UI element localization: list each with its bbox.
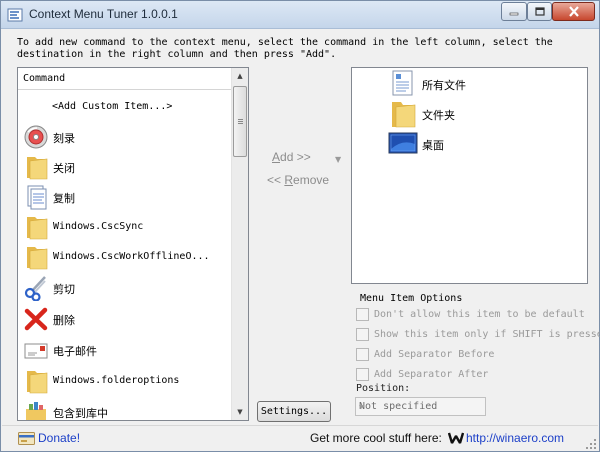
position-select[interactable]: Not specified ▼ [355, 397, 486, 416]
app-window: Context Menu Tuner 1.0.0.1 To add new co… [0, 0, 600, 452]
chevron-down-icon: ▼ [237, 408, 243, 416]
delete-x-icon [24, 307, 48, 331]
list-item-label: Windows.folderoptions [53, 375, 180, 386]
resize-grip-icon[interactable] [585, 438, 597, 450]
list-item-folder-options[interactable]: Windows.folderoptions [18, 366, 232, 396]
checkbox-box[interactable] [356, 368, 369, 381]
list-item-csc-work-offline[interactable]: Windows.CscWorkOfflineO... [18, 242, 232, 272]
list-item-add-custom[interactable]: <Add Custom Item...> [18, 92, 232, 122]
list-item-label: 电子邮件 [53, 345, 97, 358]
checkbox-label: Add Separator Before [374, 349, 495, 360]
menu-item-options-group: Menu Item Options Don't allow this item … [352, 293, 600, 419]
burn-disc-icon [24, 125, 48, 149]
winaero-logo-icon [448, 432, 464, 444]
command-header-label: Command [23, 73, 66, 84]
destination-desktop[interactable]: 桌面 [388, 130, 578, 160]
folder-icon [27, 217, 48, 240]
checkbox-label: Show this item only if SHIFT is presse [374, 329, 600, 340]
destination-label: 桌面 [422, 139, 444, 152]
remove-button[interactable]: << Remove [267, 173, 329, 187]
list-item-label: Windows.CscWorkOfflineO... [53, 251, 210, 262]
destination-all-files[interactable]: 所有文件 [388, 70, 578, 100]
destination-folder[interactable]: 文件夹 [388, 100, 578, 130]
checkbox-label: Add Separator After [374, 369, 489, 380]
checkbox-box[interactable] [356, 328, 369, 341]
destination-list[interactable]: 所有文件 文件夹 桌面 [351, 67, 588, 284]
list-item-label: 删除 [53, 314, 75, 327]
maximize-button[interactable] [527, 2, 552, 21]
checkbox-dont-allow-default[interactable]: Don't allow this item to be default [356, 307, 592, 323]
command-list[interactable]: Command <Add Custom Item...> 刻录 关闭 复制 Wi… [17, 67, 249, 421]
instructions-text: To add new command to the context menu, … [17, 37, 553, 60]
copy-document-icon [27, 185, 47, 210]
folder-icon [27, 247, 48, 270]
donate-card-icon[interactable] [18, 432, 35, 445]
list-item-label: <Add Custom Item...> [52, 101, 173, 112]
options-group-title: Menu Item Options [358, 293, 465, 304]
minimize-icon [509, 12, 519, 15]
list-item-include-in-library[interactable]: 包含到库中 [18, 397, 232, 420]
list-item-close[interactable]: 关闭 [18, 152, 232, 182]
checkbox-label: Don't allow this item to be default [374, 309, 585, 320]
more-stuff-text: Get more cool stuff here: [310, 431, 442, 445]
list-item-copy[interactable]: 复制 [18, 182, 232, 212]
list-item-label: 剪切 [53, 283, 75, 296]
checkbox-box[interactable] [356, 308, 369, 321]
list-item-label: 关闭 [53, 162, 75, 175]
position-label: Position: [356, 383, 411, 394]
folder-icon [27, 371, 48, 394]
add-dropdown-arrow-icon[interactable]: ▼ [335, 155, 341, 164]
donate-link[interactable]: Donate! [38, 431, 80, 445]
close-icon [568, 6, 579, 17]
list-item-delete[interactable]: 删除 [18, 304, 232, 334]
add-button-label: Add >> [272, 150, 311, 164]
minimize-button[interactable] [501, 2, 527, 21]
checkbox-separator-after[interactable]: Add Separator After [356, 367, 592, 383]
list-item-csc-sync[interactable]: Windows.CscSync [18, 212, 232, 242]
title-bar: Context Menu Tuner 1.0.0.1 [1, 1, 599, 29]
checkbox-box[interactable] [356, 348, 369, 361]
list-item-email[interactable]: 电子邮件 [18, 335, 232, 365]
list-item-cut[interactable]: 剪切 [18, 273, 232, 303]
list-item-label: 包含到库中 [53, 407, 108, 420]
chevron-up-icon: ▲ [237, 72, 243, 80]
folder-icon [27, 157, 48, 180]
envelope-icon [24, 343, 48, 359]
remove-button-label: << Remove [267, 173, 330, 187]
app-icon [7, 8, 23, 22]
library-icon [26, 402, 46, 420]
folder-icon [392, 102, 416, 128]
list-item-burn[interactable]: 刻录 [18, 122, 232, 152]
close-button[interactable] [552, 2, 595, 21]
chevron-down-icon: ▼ [359, 403, 364, 411]
list-item-label: 复制 [53, 192, 75, 205]
scroll-up-button[interactable]: ▲ [232, 68, 248, 84]
desktop-icon [388, 132, 418, 154]
command-column-header[interactable]: Command [18, 68, 232, 90]
document-icon [392, 70, 413, 96]
destination-label: 所有文件 [422, 79, 466, 92]
status-bar: Donate! Get more cool stuff here: http:/… [2, 425, 598, 451]
checkbox-show-only-shift[interactable]: Show this item only if SHIFT is presse [356, 327, 600, 343]
list-item-label: 刻录 [53, 132, 75, 145]
scrollbar-thumb[interactable] [233, 86, 247, 157]
scroll-down-button[interactable]: ▼ [232, 404, 248, 420]
checkbox-separator-before[interactable]: Add Separator Before [356, 347, 592, 363]
command-list-scrollbar[interactable]: ▲ ▼ [231, 68, 248, 420]
scissors-icon [24, 276, 46, 301]
add-button[interactable]: Add >> [272, 150, 311, 164]
settings-button[interactable]: Settings... [257, 401, 331, 422]
destination-label: 文件夹 [422, 109, 455, 122]
winaero-link[interactable]: http://winaero.com [466, 431, 564, 445]
list-item-label: Windows.CscSync [53, 221, 144, 232]
window-title: Context Menu Tuner 1.0.0.1 [29, 7, 178, 21]
maximize-icon [534, 7, 545, 16]
